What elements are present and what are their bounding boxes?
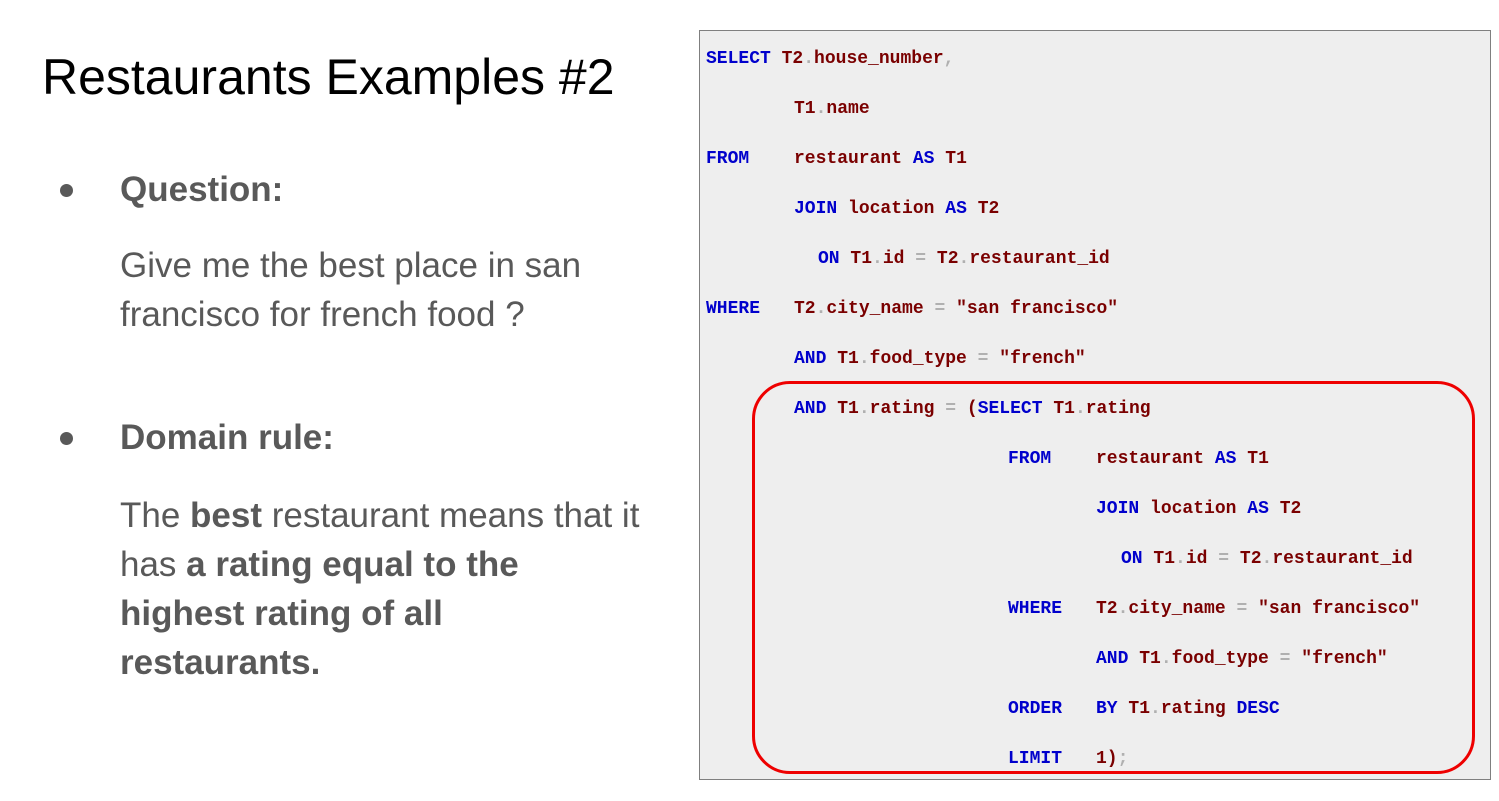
rule-text: The best restaurant means that it has a … <box>120 491 640 687</box>
code-line: WHERE <box>706 299 761 319</box>
code-line: SELECT T2.house_number, <box>706 49 955 69</box>
code-line: T1.name <box>794 99 870 119</box>
subquery-highlight <box>752 381 1475 774</box>
code-line: T2.city_name = "san francisco" <box>794 299 1119 319</box>
rule-emphasis: best <box>190 496 263 535</box>
rule-label: Domain rule: <box>120 418 334 457</box>
code-line: AND T1.food_type = "french" <box>794 349 1086 369</box>
question-text: Give me the best place in san francisco … <box>120 246 582 334</box>
code-line: FROM <box>706 149 750 169</box>
code-line: ON T1.id = T2.restaurant_id <box>818 249 1110 269</box>
code-line: restaurant AS T1 <box>794 149 967 169</box>
question-label: Question: <box>120 170 284 209</box>
bullet-dot <box>60 184 73 197</box>
slide-title: Restaurants Examples #2 <box>42 49 615 105</box>
rule-text-part: The <box>120 496 191 535</box>
bullet-dot <box>60 432 73 445</box>
code-line: JOIN location AS T2 <box>794 199 1000 219</box>
